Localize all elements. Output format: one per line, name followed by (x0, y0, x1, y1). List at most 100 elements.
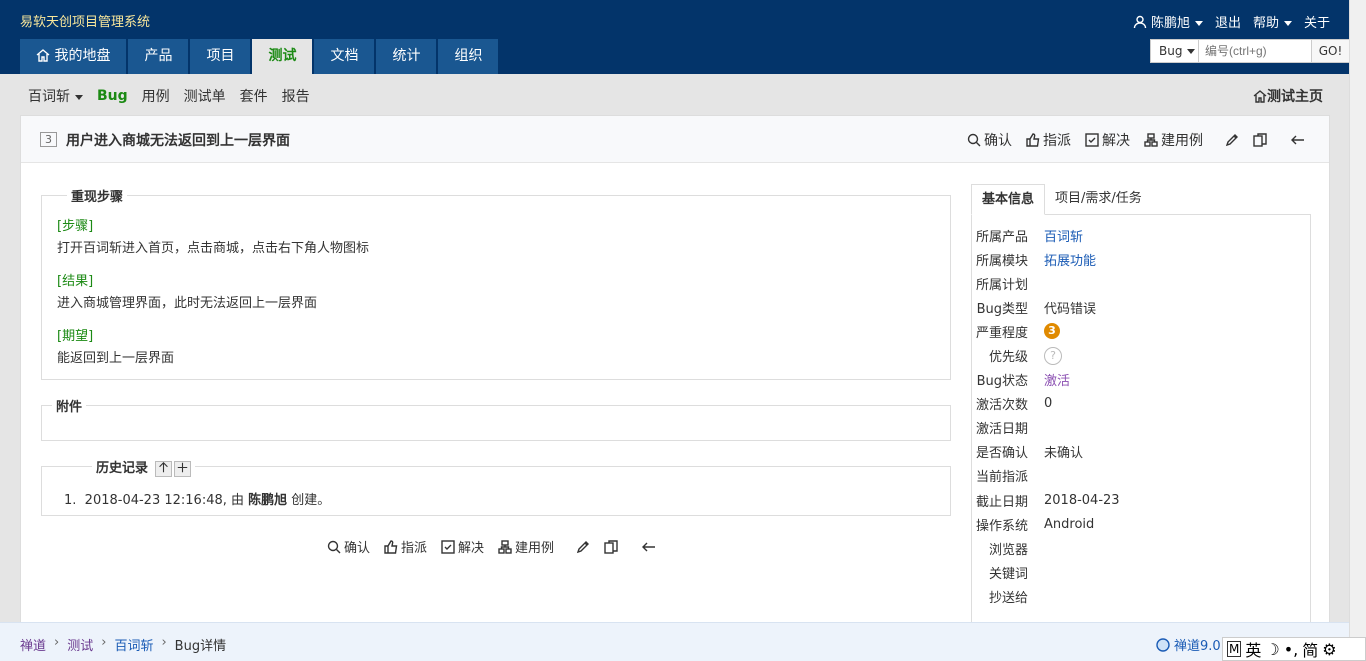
nav-tab-doc[interactable]: 文档 (314, 39, 375, 74)
main-nav: 我的地盘 产品 项目 测试 文档 统计 组织 (20, 39, 499, 74)
resolve-button[interactable]: 解决 (1085, 130, 1130, 150)
info-value: Android (1044, 516, 1095, 532)
nav-tab-label: 我的地盘 (54, 48, 111, 64)
tab-project-story-task[interactable]: 项目/需求/任务 (1045, 184, 1152, 214)
expect-tag: [期望] (57, 329, 94, 344)
info-label: 激活日期 (975, 422, 1028, 438)
copy-button[interactable] (604, 539, 618, 554)
nav-tab-report[interactable]: 统计 (376, 39, 437, 74)
search-input[interactable] (1199, 40, 1311, 62)
create-case-button[interactable]: 建用例 (1144, 130, 1203, 150)
info-row-mailto: 抄送给 (972, 584, 1310, 608)
checkbox-icon (1085, 133, 1099, 147)
info-row-status: Bug状态 激活 (972, 368, 1310, 392)
history-entry: 1. 2018-04-23 12:16:48, 由 陈鹏旭 创建。 (64, 489, 910, 508)
top-header: 易软天创项目管理系统 陈鹏旭 退出 帮助 关于 我的地盘 产品 项目 测试 文档… (0, 0, 1366, 74)
subnav-suite[interactable]: 套件 (240, 86, 268, 106)
nav-tab-my[interactable]: 我的地盘 (20, 39, 127, 74)
assign-button[interactable]: 指派 (1026, 130, 1071, 150)
search-box: Bug GO! (1150, 39, 1350, 63)
test-home-link[interactable]: 测试主页 (1253, 86, 1323, 106)
user-menu[interactable]: 陈鹏旭 (1133, 12, 1203, 31)
ime-lang[interactable]: 英 (1245, 637, 1261, 661)
crumb-separator: › (54, 635, 60, 650)
logout-link[interactable]: 退出 (1215, 12, 1241, 31)
search-icon (327, 540, 341, 553)
product-link[interactable]: 百词斩 (1044, 226, 1083, 245)
ime-mode[interactable]: 简 (1302, 637, 1318, 661)
create-case-button[interactable]: 建用例 (498, 537, 554, 556)
ime-logo: M (1227, 641, 1242, 657)
nav-tab-company[interactable]: 组织 (438, 39, 499, 74)
crumb-current: Bug详情 (174, 639, 227, 654)
subnav-bug[interactable]: Bug (97, 88, 128, 104)
nav-tab-project[interactable]: 项目 (190, 39, 251, 74)
history-entry-time: 2018-04-23 12:16:48, 由 (84, 492, 249, 508)
help-label: 帮助 (1252, 16, 1279, 31)
footer-actions: 确认 指派 解决 建用例 (327, 537, 656, 556)
tab-basic-info[interactable]: 基本信息 (971, 184, 1046, 215)
subnav-report[interactable]: 报告 (282, 86, 310, 106)
module-link[interactable]: 拓展功能 (1044, 250, 1096, 269)
help-menu[interactable]: 帮助 (1253, 12, 1292, 31)
steps-section: 重现步骤 [步骤] 打开百词斩进入首页，点击商城，点击右下角人物图标 [结果] … (41, 186, 951, 380)
assign-button[interactable]: 指派 (384, 537, 427, 556)
footer: 禅道› 测试› 百词斩› Bug详情 禅道9.0.0 · 专业版 (0, 622, 1349, 661)
info-label: 抄送给 (988, 590, 1028, 606)
header-actions: 确认 指派 解决 建用例 (967, 130, 1305, 150)
resolve-label: 解决 (1102, 133, 1130, 149)
resolve-button[interactable]: 解决 (441, 537, 484, 556)
crumb-test[interactable]: 测试 (67, 635, 93, 654)
nav-tab-product[interactable]: 产品 (128, 39, 189, 74)
page-scrollbar[interactable] (1349, 0, 1366, 661)
history-legend-label: 历史记录 (96, 461, 149, 476)
info-label: 关键词 (988, 566, 1028, 582)
assign-label: 指派 (401, 541, 428, 556)
subnav-testtask[interactable]: 测试单 (184, 86, 226, 106)
confirm-button[interactable]: 确认 (967, 130, 1012, 150)
info-label: 严重程度 (975, 325, 1028, 341)
crumb-separator: › (161, 635, 167, 650)
pencil-icon (576, 540, 590, 553)
about-link[interactable]: 关于 (1304, 12, 1330, 31)
info-value: 2018-04-23 (1044, 492, 1120, 508)
assign-label: 指派 (1043, 133, 1071, 149)
confirm-label: 确认 (344, 541, 371, 556)
info-row-os: 操作系统 Android (972, 512, 1310, 536)
confirm-button[interactable]: 确认 (327, 537, 370, 556)
home-icon (1253, 90, 1267, 103)
files-legend: 附件 (56, 400, 83, 415)
home-icon (36, 49, 50, 62)
chevron-down-icon (1187, 49, 1196, 54)
back-button[interactable] (1291, 133, 1305, 147)
copy-button[interactable] (1253, 133, 1267, 147)
edit-button[interactable] (1225, 133, 1239, 147)
edit-button[interactable] (576, 540, 590, 554)
sitemap-icon (1144, 133, 1158, 147)
product-switcher[interactable]: 百词斩 (28, 86, 83, 106)
crumb-product[interactable]: 百词斩 (114, 635, 153, 654)
ime-toolbar[interactable]: M 英 ☽ •, 简 ⚙ (1222, 637, 1366, 661)
search-type-label: Bug (1159, 44, 1183, 58)
gear-icon[interactable]: ⚙ (1322, 640, 1336, 659)
info-row-priority: 优先级? (972, 343, 1310, 367)
history-legend: 历史记录 (92, 457, 195, 477)
bug-detail-panel: 3 用户进入商城无法返回到上一层界面 确认 指派 解决 建用例 重现步骤 [步骤… (20, 115, 1330, 626)
step-text: 打开百词斩进入首页，点击商城，点击右下角人物图标 (57, 241, 370, 256)
sitemap-icon (498, 539, 512, 554)
info-row-assigned: 当前指派 (972, 464, 1310, 488)
search-type-select[interactable]: Bug (1151, 40, 1199, 62)
expand-history-button[interactable] (173, 460, 191, 477)
search-go-button[interactable]: GO! (1311, 40, 1349, 62)
info-row-keywords: 关键词 (972, 560, 1310, 584)
info-label: 浏览器 (988, 542, 1028, 558)
nav-tab-test[interactable]: 测试 (252, 39, 313, 74)
info-row-activated-count: 激活次数 0 (972, 392, 1310, 416)
info-label: 是否确认 (975, 446, 1028, 462)
crumb-home[interactable]: 禅道 (20, 635, 46, 654)
info-row-browser: 浏览器 (972, 536, 1310, 560)
subnav-case[interactable]: 用例 (142, 86, 170, 106)
sort-history-button[interactable] (154, 460, 172, 477)
back-button[interactable] (642, 540, 656, 554)
test-home-label: 测试主页 (1267, 89, 1323, 105)
